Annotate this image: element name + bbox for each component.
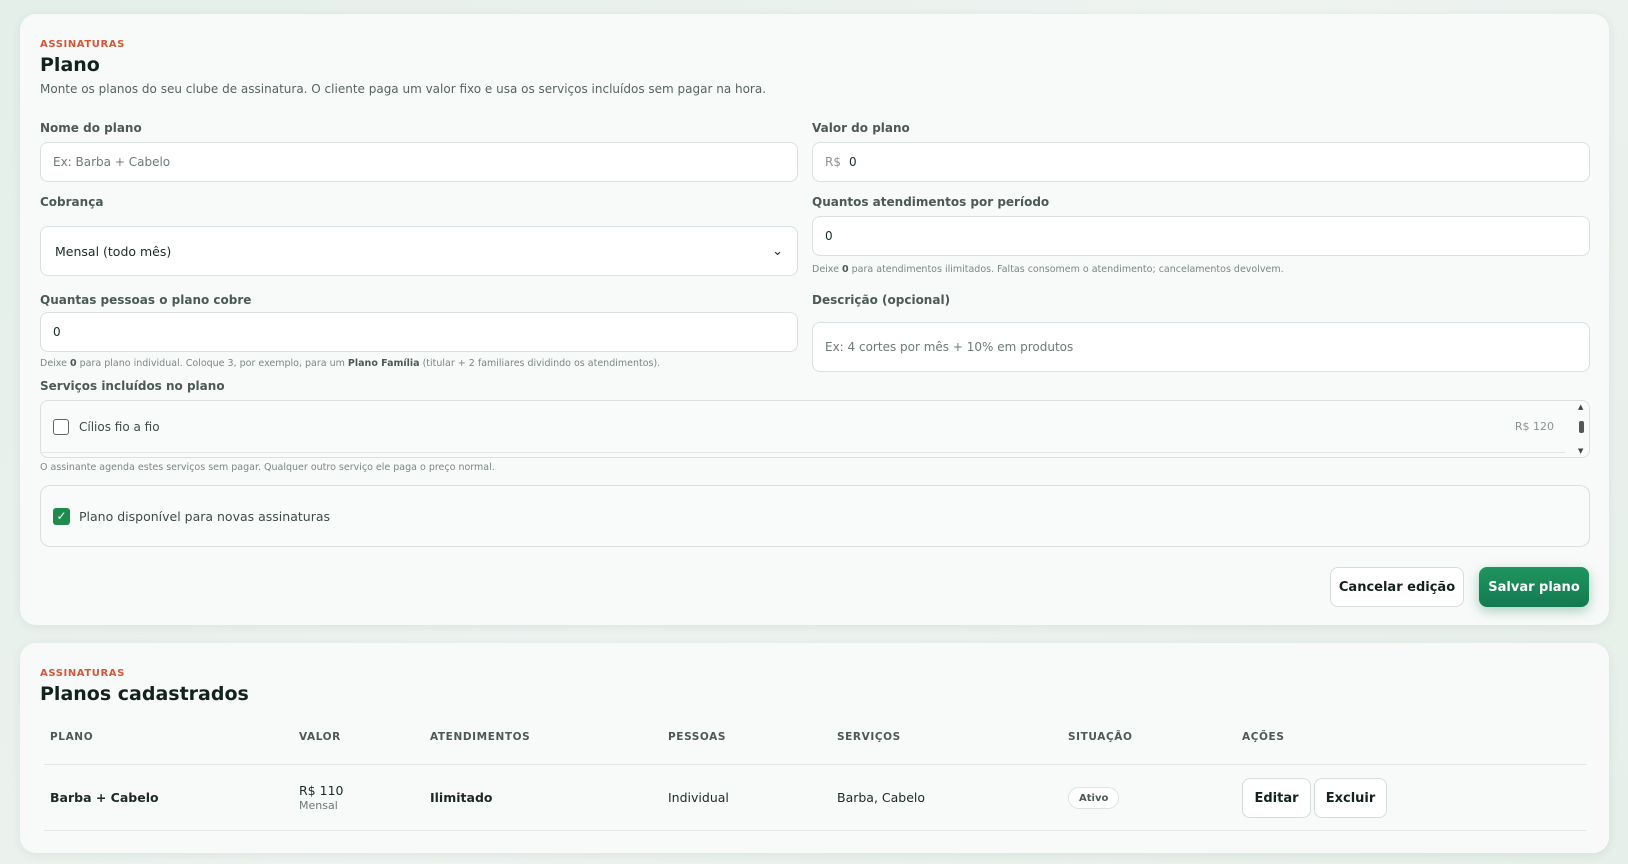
sessions-field[interactable] — [812, 216, 1590, 256]
row-plan-name: Barba + Cabelo — [50, 790, 159, 805]
billing-label: Cobrança — [40, 195, 104, 209]
availability-label: Plano disponível para novas assinaturas — [79, 508, 331, 524]
sessions-hint: Deixe 0 para atendimentos ilimitados. Fa… — [812, 264, 1284, 275]
plan-value-field[interactable]: R$ — [812, 142, 1590, 182]
chevron-down-icon: ⌄ — [772, 243, 783, 259]
service-price: R$ 120 — [1514, 420, 1554, 433]
plan-value-input[interactable] — [848, 155, 1577, 169]
col-header-actions: AÇÕES — [1242, 731, 1285, 743]
plan-name-field[interactable] — [40, 142, 798, 182]
col-header-sessions: ATENDIMENTOS — [430, 731, 531, 743]
page-title: Plano — [40, 54, 100, 76]
billing-select[interactable]: Mensal (todo mês) ⌄ — [40, 226, 798, 276]
table-divider — [44, 764, 1586, 765]
sessions-input[interactable] — [825, 229, 1577, 243]
edit-button[interactable]: Editar — [1242, 778, 1311, 818]
service-name: Cílios fio a fio — [79, 419, 160, 434]
description-input[interactable] — [825, 340, 1577, 354]
service-item[interactable]: Cílios fio a fio R$ 120 — [41, 401, 1566, 453]
plan-name-input[interactable] — [53, 155, 785, 169]
sessions-label: Quantos atendimentos por período — [812, 195, 1050, 209]
scroll-up-icon[interactable]: ▲ — [1578, 403, 1583, 411]
delete-button[interactable]: Excluir — [1314, 778, 1387, 818]
services-scrollbar[interactable]: ▲ ▼ — [1577, 403, 1587, 455]
section-eyebrow: ASSINATURAS — [40, 668, 125, 679]
row-people: Individual — [668, 790, 729, 805]
plans-list-card: ASSINATURAS Planos cadastrados PLANO VAL… — [20, 643, 1609, 853]
services-hint: O assinante agenda estes serviços sem pa… — [40, 462, 495, 473]
save-plan-button[interactable]: Salvar plano — [1479, 567, 1589, 607]
scrollbar-thumb[interactable] — [1579, 421, 1584, 433]
currency-prefix: R$ — [825, 155, 841, 169]
row-plan-value: R$ 110 — [299, 783, 344, 798]
services-label: Serviços incluídos no plano — [40, 379, 225, 393]
description-field[interactable] — [812, 322, 1590, 372]
plan-value-label: Valor do plano — [812, 121, 910, 135]
check-icon[interactable]: ✓ — [53, 507, 70, 525]
list-title: Planos cadastrados — [40, 683, 249, 705]
plan-form-card: ASSINATURAS Plano Monte os planos do seu… — [20, 14, 1609, 625]
col-header-services: SERVIÇOS — [837, 731, 901, 743]
col-header-status: SITUAÇÃO — [1068, 731, 1133, 743]
description-label: Descrição (opcional) — [812, 293, 951, 307]
services-list: Cílios fio a fio R$ 120 ▲ ▼ — [40, 400, 1590, 458]
people-hint: Deixe 0 para plano individual. Coloque 3… — [40, 358, 661, 369]
status-badge: Ativo — [1068, 787, 1120, 809]
row-plan-period: Mensal — [299, 799, 338, 812]
scroll-down-icon[interactable]: ▼ — [1578, 447, 1583, 455]
service-checkbox[interactable] — [53, 418, 69, 435]
people-label: Quantas pessoas o plano cobre — [40, 293, 252, 307]
cancel-edit-button[interactable]: Cancelar edição — [1330, 567, 1464, 607]
plan-name-label: Nome do plano — [40, 121, 142, 135]
col-header-people: PESSOAS — [668, 731, 727, 743]
billing-selected-value: Mensal (todo mês) — [55, 243, 172, 259]
people-field[interactable] — [40, 312, 798, 352]
table-divider — [44, 830, 1586, 831]
row-sessions: Ilimitado — [430, 790, 493, 805]
col-header-plan: PLANO — [50, 731, 94, 743]
availability-toggle[interactable]: ✓ Plano disponível para novas assinatura… — [40, 485, 1590, 547]
col-header-value: VALOR — [299, 731, 341, 743]
people-input[interactable] — [53, 325, 785, 339]
page-subtitle: Monte os planos do seu clube de assinatu… — [40, 82, 767, 96]
section-eyebrow: ASSINATURAS — [40, 39, 125, 50]
row-services: Barba, Cabelo — [837, 790, 926, 805]
